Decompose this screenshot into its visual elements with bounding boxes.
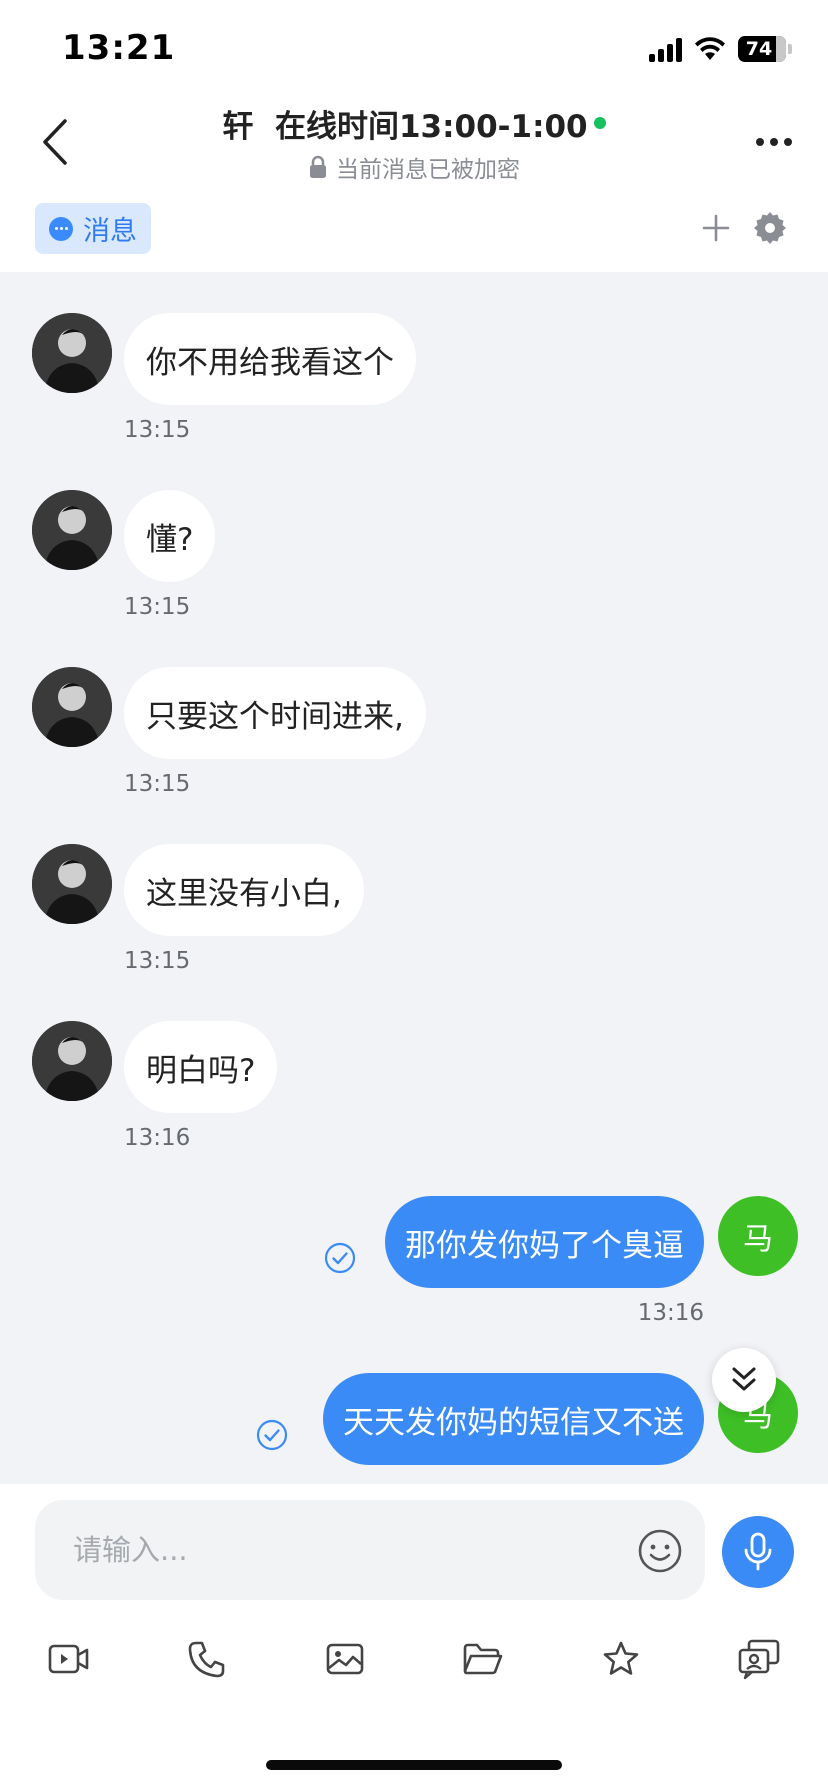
- message-bubble[interactable]: 明白吗?: [124, 1021, 278, 1113]
- image-icon: [326, 1643, 364, 1675]
- chat-title-text: 轩 在线时间13:00-1:00: [222, 108, 588, 145]
- emoji-icon[interactable]: [637, 1528, 683, 1574]
- more-options-button[interactable]: [750, 122, 798, 162]
- star-icon: [603, 1641, 639, 1675]
- battery-level: 74: [745, 38, 773, 60]
- attachment-toolbar: [0, 1614, 828, 1704]
- chat-bubble-icon: [49, 216, 73, 241]
- favorites-button[interactable]: [596, 1634, 646, 1684]
- contact-avatar[interactable]: [32, 1021, 112, 1101]
- phone-icon: [188, 1641, 225, 1678]
- contact-avatar[interactable]: [32, 490, 112, 570]
- message-bubble[interactable]: 只要这个时间进来,: [124, 667, 426, 759]
- message-time: 13:15: [124, 771, 191, 797]
- message-bubble[interactable]: 你不用给我看这个: [124, 313, 416, 405]
- contact-avatar[interactable]: [32, 667, 112, 747]
- encryption-notice-text: 当前消息已被加密: [336, 157, 520, 183]
- double-chevron-down-icon: [732, 1367, 756, 1391]
- video-call-button[interactable]: [44, 1634, 94, 1684]
- contact-avatar[interactable]: [32, 313, 112, 393]
- video-icon: [48, 1644, 89, 1674]
- folder-icon: [463, 1643, 503, 1675]
- message-time: 13:15: [124, 417, 191, 443]
- message-list[interactable]: 你不用给我看这个 13:15 懂? 13:15 只要这个时间进来, 13:15 …: [0, 272, 828, 1484]
- cellular-signal-icon: [649, 36, 682, 62]
- chat-header: 轩 在线时间13:00-1:00 当前消息已被加密: [0, 100, 828, 200]
- message-bubble[interactable]: 懂?: [124, 490, 216, 582]
- status-time: 13:21: [62, 28, 176, 68]
- message-time: 13:16: [637, 1300, 704, 1326]
- wifi-icon: [695, 37, 725, 60]
- read-receipt-icon: [256, 1419, 288, 1451]
- encryption-notice: 当前消息已被加密: [0, 150, 828, 184]
- message-bubble[interactable]: 这里没有小白,: [124, 844, 364, 936]
- status-bar: 13:21 74: [0, 0, 828, 100]
- voice-input-button[interactable]: [722, 1516, 794, 1588]
- composer: [0, 1484, 828, 1614]
- message-bubble[interactable]: 那你发你妈了个臭逼: [385, 1196, 704, 1288]
- message-time: 13:15: [124, 948, 191, 974]
- message-time: 13:16: [124, 1125, 191, 1151]
- voice-call-button[interactable]: [182, 1634, 232, 1684]
- self-avatar[interactable]: 马: [718, 1196, 798, 1276]
- add-tab-icon[interactable]: [698, 210, 734, 246]
- file-button[interactable]: [458, 1634, 508, 1684]
- message-time: 13:15: [124, 594, 191, 620]
- screen-share-icon: [738, 1639, 780, 1680]
- lock-icon: [310, 155, 326, 178]
- microphone-icon: [744, 1532, 772, 1571]
- screen-share-button[interactable]: [734, 1634, 784, 1684]
- battery-icon: 74: [738, 36, 792, 62]
- read-receipt-icon: [324, 1242, 356, 1274]
- gear-icon[interactable]: [752, 210, 788, 246]
- message-input[interactable]: [73, 1500, 593, 1600]
- tab-bar: 消息: [0, 200, 828, 272]
- image-button[interactable]: [320, 1634, 370, 1684]
- online-status-dot: [593, 117, 606, 129]
- contact-avatar[interactable]: [32, 844, 112, 924]
- status-icons: 74: [649, 34, 792, 64]
- message-input-box: [35, 1500, 705, 1600]
- home-indicator: [266, 1760, 562, 1770]
- tab-messages[interactable]: 消息: [35, 203, 151, 254]
- chat-title: 轩 在线时间13:00-1:00: [222, 100, 606, 146]
- scroll-to-bottom-button[interactable]: [712, 1348, 776, 1412]
- message-bubble[interactable]: 天天发你妈的短信又不送: [323, 1373, 704, 1465]
- chat-title-block: 轩 在线时间13:00-1:00 当前消息已被加密: [0, 100, 828, 184]
- tab-messages-label: 消息: [83, 216, 137, 247]
